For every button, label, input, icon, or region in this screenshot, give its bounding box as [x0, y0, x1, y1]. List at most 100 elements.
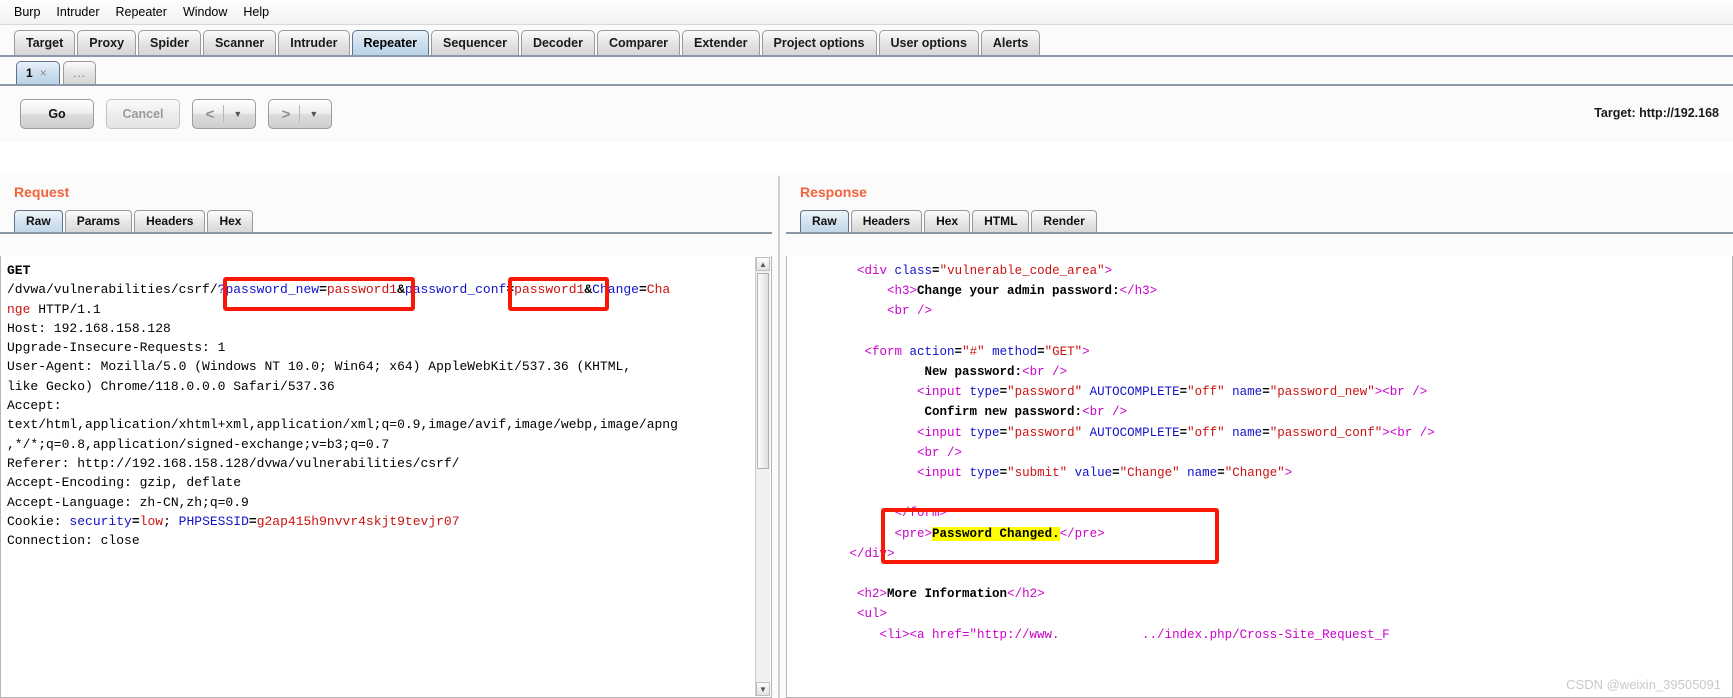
resp-h2-close: </h2>	[1007, 587, 1045, 602]
resp-confirm-pw-text: Confirm new password:	[924, 405, 1083, 420]
forward-button[interactable]: > ▼	[268, 99, 332, 129]
tab-user-options[interactable]: User options	[878, 30, 979, 55]
response-tab-hex[interactable]: Hex	[924, 210, 971, 232]
watermark: CSDN @weixin_39505091	[1566, 677, 1721, 692]
resp-input3-name: name	[1187, 466, 1218, 481]
req-eq1: =	[319, 282, 327, 298]
req-amp1: &	[397, 282, 405, 298]
main-tab-bar: Target Proxy Spider Scanner Intruder Rep…	[0, 25, 1733, 57]
menu-item-intruder[interactable]: Intruder	[48, 3, 107, 21]
resp-input1-name: name	[1232, 385, 1263, 400]
req-line2-cont: nge	[7, 301, 31, 317]
tab-spider[interactable]: Spider	[138, 30, 201, 55]
req-connection: Connection: close	[7, 533, 140, 549]
chevron-left-icon: <	[205, 105, 215, 123]
req-accept: Accept:	[7, 398, 62, 414]
req-cookie-val2: g2ap415h9nvvr4skjt9tevjr07	[256, 513, 460, 529]
scroll-thumb[interactable]	[757, 273, 769, 469]
resp-form-method-val: "GET"	[1044, 344, 1083, 359]
resp-br-1: <br />	[887, 304, 933, 319]
repeater-tab-1-label: 1	[26, 66, 33, 80]
request-editor[interactable]: GET /dvwa/vulnerabilities/csrf/?password…	[0, 256, 772, 698]
menu-bar: Burp Intruder Repeater Window Help	[0, 0, 1733, 25]
response-tab-raw[interactable]: Raw	[800, 210, 849, 232]
resp-h2-text: More Information	[887, 587, 1008, 602]
request-editor-tabs: Raw Params Headers Hex	[0, 210, 772, 234]
go-button[interactable]: Go	[20, 99, 94, 129]
scroll-up-icon[interactable]: ▲	[756, 257, 770, 271]
request-tab-hex[interactable]: Hex	[207, 210, 254, 232]
req-line2-proto: HTTP/1.1	[30, 301, 101, 317]
menu-item-burp[interactable]: Burp	[6, 3, 48, 21]
menu-item-repeater[interactable]: Repeater	[108, 3, 175, 21]
resp-input1-ac-val: "off"	[1187, 385, 1225, 400]
tab-extender[interactable]: Extender	[682, 30, 760, 55]
resp-input3-name-val: "Change"	[1224, 466, 1285, 481]
req-cookie-eq1: =	[131, 513, 140, 529]
chevron-down-icon[interactable]: ▼	[300, 109, 327, 119]
resp-input1-type: type	[969, 385, 1000, 400]
tab-sequencer[interactable]: Sequencer	[431, 30, 519, 55]
menu-item-help[interactable]: Help	[235, 3, 277, 21]
req-accept-language: Accept-Language: zh-CN,zh;q=0.9	[7, 494, 249, 510]
request-tab-headers[interactable]: Headers	[134, 210, 206, 232]
resp-div-close: </div>	[849, 546, 895, 561]
req-ua1: User-Agent: Mozilla/5.0 (Windows NT 10.0…	[7, 359, 632, 375]
req-path: /dvwa/vulnerabilities/csrf/	[7, 282, 218, 298]
back-button[interactable]: < ▼	[192, 99, 256, 129]
resp-br-4: <br />	[1082, 405, 1128, 420]
scroll-down-icon[interactable]: ▼	[756, 682, 770, 696]
req-host: Host: 192.168.158.128	[7, 320, 171, 336]
resp-input3-type-val: "submit"	[1007, 466, 1068, 481]
response-text[interactable]: <div class="vulnerable_code_area"> <h3>C…	[787, 256, 1732, 645]
cancel-button[interactable]: Cancel	[106, 99, 180, 129]
req-cookie-key2: PHPSESSID	[178, 513, 249, 529]
resp-div-open: <div	[857, 264, 895, 278]
chevron-down-icon[interactable]: ▼	[224, 109, 251, 119]
repeater-tab-1[interactable]: 1 ×	[16, 61, 60, 84]
resp-class-val: "vulnerable_code_area"	[939, 264, 1105, 278]
resp-input3: <input	[917, 466, 970, 481]
response-tab-render[interactable]: Render	[1031, 210, 1097, 232]
resp-form-gt: >	[1082, 344, 1090, 359]
req-q-pwconf-val: password1	[514, 282, 585, 298]
resp-form-method: method	[992, 344, 1038, 359]
tab-project-options[interactable]: Project options	[761, 30, 877, 55]
tab-target[interactable]: Target	[14, 30, 76, 55]
req-eq2: =	[506, 282, 515, 298]
repeater-tab-new[interactable]: ...	[63, 61, 97, 84]
repeater-tab-bar: 1 × ...	[0, 57, 1733, 86]
req-q-pwconf-key: password_conf	[404, 282, 507, 298]
req-ua2: like Gecko) Chrome/118.0.0.0 Safari/537.…	[7, 378, 335, 394]
req-accept-val2: ,*/*;q=0.8,application/signed-exchange;v…	[7, 436, 390, 452]
close-icon[interactable]: ×	[40, 66, 47, 80]
tab-intruder[interactable]: Intruder	[278, 30, 350, 55]
tab-alerts[interactable]: Alerts	[980, 30, 1041, 55]
request-scrollbar[interactable]: ▲ ▼	[755, 257, 770, 696]
tab-proxy[interactable]: Proxy	[77, 30, 137, 55]
resp-h2-open: <h2>	[857, 587, 888, 602]
response-tab-headers[interactable]: Headers	[850, 210, 923, 232]
resp-pre-open: <pre>	[894, 526, 933, 541]
req-amp2: &	[584, 282, 593, 298]
req-cookie-val1: low	[139, 513, 164, 529]
tab-repeater[interactable]: Repeater	[351, 30, 430, 55]
repeater-tab-new-label: ...	[73, 66, 87, 80]
resp-h3-close: </h3>	[1119, 284, 1158, 299]
request-pane: Request Raw Params Headers Hex GET /dvwa…	[0, 172, 772, 698]
tab-comparer[interactable]: Comparer	[596, 30, 681, 55]
resp-br-5: <br />	[1389, 425, 1435, 440]
resp-h3-text: Change your admin password:	[917, 284, 1120, 299]
req-accept-encoding: Accept-Encoding: gzip, deflate	[7, 475, 242, 491]
tab-decoder[interactable]: Decoder	[520, 30, 595, 55]
request-tab-params[interactable]: Params	[64, 210, 133, 232]
pane-splitter[interactable]	[772, 172, 786, 698]
menu-item-window[interactable]: Window	[175, 3, 235, 21]
tab-scanner[interactable]: Scanner	[202, 30, 277, 55]
request-text[interactable]: GET /dvwa/vulnerabilities/csrf/?password…	[1, 256, 771, 550]
resp-br-3: <br />	[1382, 385, 1428, 400]
resp-h3-open: <h3>	[887, 284, 918, 299]
response-tab-html[interactable]: HTML	[972, 210, 1030, 232]
response-editor[interactable]: <div class="vulnerable_code_area"> <h3>C…	[786, 256, 1733, 698]
request-tab-raw[interactable]: Raw	[14, 210, 63, 232]
